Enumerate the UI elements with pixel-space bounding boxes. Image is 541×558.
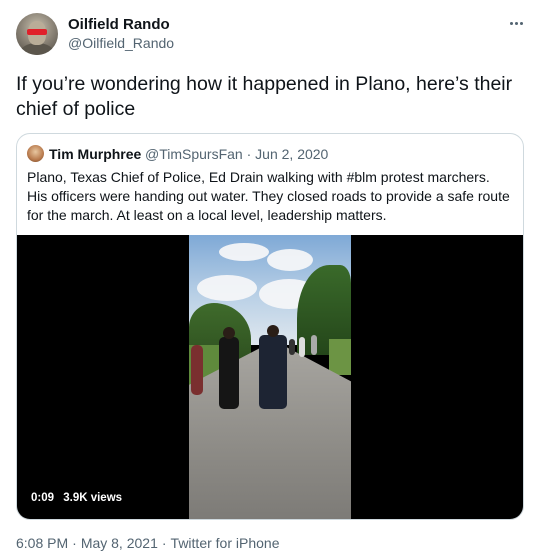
tweet-source[interactable]: Twitter for iPhone — [171, 535, 280, 551]
quoted-tweet-date: Jun 2, 2020 — [255, 146, 329, 162]
author-avatar[interactable] — [16, 13, 58, 55]
quoted-meta-separator: · — [246, 146, 252, 162]
video-views: 3.9K views — [63, 492, 123, 504]
video-player[interactable]: 0:09 3.9K views — [17, 235, 523, 519]
quoted-author-display-name: Tim Murphree — [49, 146, 142, 162]
quoted-tweet-text: Plano, Texas Chief of Police, Ed Drain w… — [27, 169, 510, 223]
video-duration: 0:09 — [31, 492, 55, 504]
quoted-tweet-meta: @TimSpursFan · Jun 2, 2020 — [145, 146, 328, 162]
tweet-text: If you’re wondering how it happened in P… — [16, 73, 513, 120]
tweet-card: Oilfield Rando @Oilfield_Rando If you’re… — [0, 0, 541, 558]
quoted-author-avatar[interactable] — [27, 145, 44, 162]
author-display-name[interactable]: Oilfield Rando — [68, 16, 170, 33]
more-options-icon[interactable] — [505, 14, 527, 32]
author-handle[interactable]: @Oilfield_Rando — [68, 35, 174, 51]
video-stats: 0:09 3.9K views — [31, 492, 122, 504]
footer-separator: · — [72, 535, 77, 551]
quoted-tweet[interactable]: Tim Murphree @TimSpursFan · Jun 2, 2020 … — [16, 133, 524, 520]
quoted-author-handle: @TimSpursFan — [145, 146, 243, 162]
tweet-time[interactable]: 6:08 PM — [16, 535, 68, 551]
video-frame — [189, 235, 351, 519]
tweet-date[interactable]: May 8, 2021 — [81, 535, 158, 551]
tweet-footer: 6:08 PM · May 8, 2021 · Twitter for iPhone — [16, 535, 279, 551]
footer-separator: · — [161, 535, 167, 551]
